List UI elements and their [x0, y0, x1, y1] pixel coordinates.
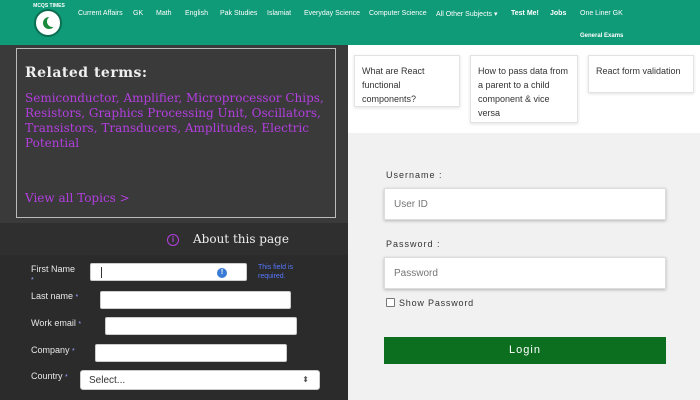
- company-label: Company *: [31, 345, 75, 355]
- work-email-label: Work email *: [31, 318, 82, 328]
- nav-everyday-science[interactable]: Everyday Science: [304, 10, 360, 17]
- view-all-topics-link[interactable]: View all Topics >: [25, 191, 130, 205]
- country-select[interactable]: Select... ⬍: [80, 370, 320, 390]
- related-articles: What are React functional components? Ho…: [348, 45, 700, 133]
- login-button[interactable]: Login: [384, 337, 666, 364]
- required-field-hint: This field is required.: [258, 264, 294, 280]
- company-input[interactable]: [95, 344, 287, 362]
- about-this-page-label: About this page: [193, 232, 289, 246]
- nav-one-liner-gk[interactable]: One Liner GK: [580, 10, 623, 17]
- country-label: Country *: [31, 371, 68, 381]
- nav-pak-studies[interactable]: Pak Studies: [220, 10, 257, 17]
- article-card-form-validation[interactable]: React form validation: [588, 55, 694, 93]
- related-terms-list[interactable]: Semiconductor, Amplifier, Microprocessor…: [25, 91, 330, 151]
- nav-english[interactable]: English: [185, 10, 208, 17]
- article-title: What are React functional components?: [362, 66, 425, 104]
- related-terms-box: Related terms: Semiconductor, Amplifier,…: [16, 48, 336, 218]
- article-title: React form validation: [596, 66, 681, 76]
- article-card-pass-data[interactable]: How to pass data from a parent to a chil…: [470, 55, 578, 123]
- nav-all-other-subjects[interactable]: All Other Subjects ▾: [436, 10, 497, 18]
- show-password-checkbox[interactable]: [386, 298, 395, 307]
- password-input[interactable]: [384, 257, 666, 289]
- logo-text: MCQS TIMES: [33, 3, 65, 9]
- crescent-icon: [43, 16, 58, 29]
- username-input[interactable]: [384, 188, 666, 220]
- article-card-react-functional[interactable]: What are React functional components?: [354, 55, 460, 107]
- article-title: How to pass data from a parent to a chil…: [478, 66, 569, 118]
- nav-jobs[interactable]: Jobs: [550, 10, 566, 17]
- text-caret: [101, 267, 102, 278]
- nav-islamiat[interactable]: Islamiat: [267, 10, 291, 17]
- top-navigation-bar: MCQS TIMES Current Affairs GK Math Engli…: [0, 0, 700, 45]
- about-this-page-bar[interactable]: i About this page: [0, 223, 348, 255]
- site-logo[interactable]: [34, 9, 62, 37]
- select-arrows-icon: ⬍: [302, 375, 309, 384]
- first-name-label: First Name *: [31, 264, 76, 284]
- alert-icon: !: [217, 268, 227, 278]
- first-name-input[interactable]: !: [90, 263, 247, 281]
- username-label: Username :: [386, 170, 443, 180]
- info-icon: i: [167, 234, 179, 246]
- show-password-label[interactable]: Show Password: [399, 298, 474, 308]
- nav-test-me[interactable]: Test Me!: [511, 10, 539, 17]
- nav-math[interactable]: Math: [156, 10, 172, 17]
- nav-general-exams[interactable]: General Exams: [580, 33, 623, 39]
- related-terms-title: Related terms:: [25, 65, 148, 81]
- password-label: Password :: [386, 239, 441, 249]
- last-name-label: Last name *: [31, 291, 79, 301]
- nav-current-affairs[interactable]: Current Affairs: [78, 10, 123, 17]
- nav-gk[interactable]: GK: [133, 10, 143, 17]
- work-email-input[interactable]: [105, 317, 297, 335]
- country-select-value: Select...: [89, 375, 126, 386]
- nav-computer-science[interactable]: Computer Science: [369, 10, 427, 17]
- last-name-input[interactable]: [100, 291, 291, 309]
